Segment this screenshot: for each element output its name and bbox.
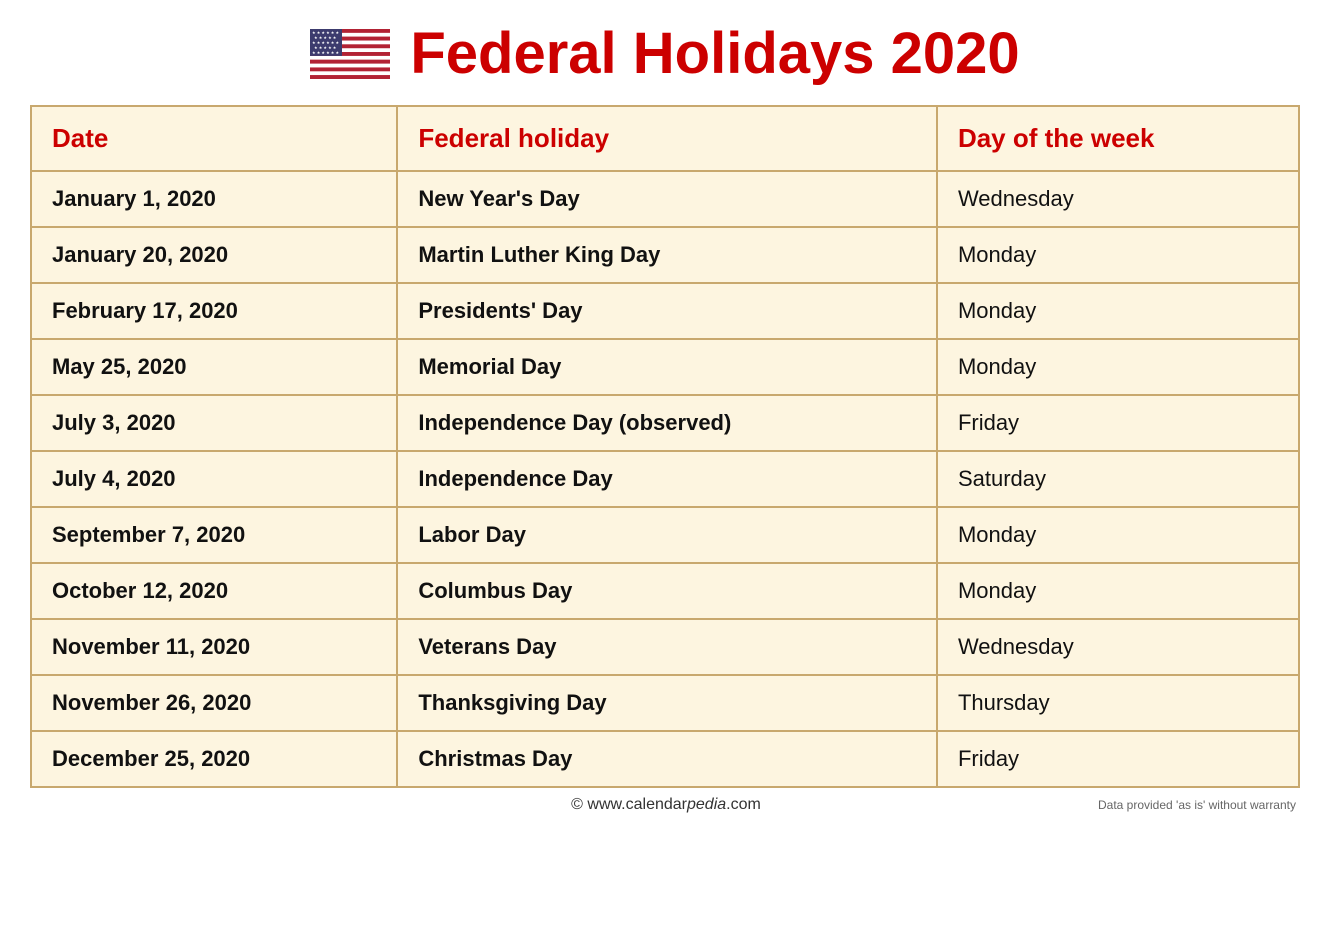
table-row: November 11, 2020Veterans DayWednesday (32, 619, 1298, 675)
cell-date: January 20, 2020 (32, 227, 397, 283)
cell-holiday: Christmas Day (397, 731, 937, 786)
cell-date: January 1, 2020 (32, 171, 397, 227)
cell-day: Monday (937, 227, 1298, 283)
holidays-table-wrapper: Date Federal holiday Day of the week Jan… (30, 105, 1300, 788)
cell-day: Wednesday (937, 619, 1298, 675)
us-flag-icon: ★ ★ ★ ★ ★ ★ ★ ★ ★ ★ ★ ★ ★ ★ ★ ★ ★ ★ ★ ★ … (310, 29, 390, 79)
column-date: Date (32, 107, 397, 171)
cell-date: November 26, 2020 (32, 675, 397, 731)
page-header: ★ ★ ★ ★ ★ ★ ★ ★ ★ ★ ★ ★ ★ ★ ★ ★ ★ ★ ★ ★ … (30, 20, 1300, 87)
page-footer: © www.calendarpedia.com Data provided 'a… (30, 796, 1300, 814)
table-row: February 17, 2020Presidents' DayMonday (32, 283, 1298, 339)
table-row: July 3, 2020Independence Day (observed)F… (32, 395, 1298, 451)
cell-day: Friday (937, 395, 1298, 451)
cell-date: May 25, 2020 (32, 339, 397, 395)
table-row: September 7, 2020Labor DayMonday (32, 507, 1298, 563)
cell-date: July 4, 2020 (32, 451, 397, 507)
footer-copyright: © www.calendarpedia.com (234, 796, 1098, 814)
table-row: January 1, 2020New Year's DayWednesday (32, 171, 1298, 227)
cell-date: November 11, 2020 (32, 619, 397, 675)
holidays-table: Date Federal holiday Day of the week Jan… (32, 107, 1298, 786)
cell-holiday: Veterans Day (397, 619, 937, 675)
table-row: January 20, 2020Martin Luther King DayMo… (32, 227, 1298, 283)
column-holiday: Federal holiday (397, 107, 937, 171)
cell-day: Monday (937, 563, 1298, 619)
cell-date: July 3, 2020 (32, 395, 397, 451)
cell-day: Thursday (937, 675, 1298, 731)
cell-holiday: Columbus Day (397, 563, 937, 619)
page-title: Federal Holidays 2020 (410, 20, 1019, 87)
svg-text:★ ★ ★ ★ ★ ★: ★ ★ ★ ★ ★ ★ (312, 50, 339, 55)
footer-copyright-italic: pedia (687, 796, 726, 813)
cell-holiday: Thanksgiving Day (397, 675, 937, 731)
cell-day: Monday (937, 339, 1298, 395)
cell-holiday: Independence Day (397, 451, 937, 507)
table-row: October 12, 2020Columbus DayMonday (32, 563, 1298, 619)
table-row: November 26, 2020Thanksgiving DayThursda… (32, 675, 1298, 731)
cell-day: Saturday (937, 451, 1298, 507)
table-row: December 25, 2020Christmas DayFriday (32, 731, 1298, 786)
cell-holiday: Presidents' Day (397, 283, 937, 339)
cell-holiday: Independence Day (observed) (397, 395, 937, 451)
column-day: Day of the week (937, 107, 1298, 171)
cell-date: September 7, 2020 (32, 507, 397, 563)
table-row: July 4, 2020Independence DaySaturday (32, 451, 1298, 507)
cell-day: Wednesday (937, 171, 1298, 227)
cell-date: February 17, 2020 (32, 283, 397, 339)
cell-day: Friday (937, 731, 1298, 786)
table-header-row: Date Federal holiday Day of the week (32, 107, 1298, 171)
cell-holiday: Memorial Day (397, 339, 937, 395)
cell-day: Monday (937, 283, 1298, 339)
footer-disclaimer: Data provided 'as is' without warranty (1098, 798, 1296, 812)
cell-holiday: New Year's Day (397, 171, 937, 227)
cell-day: Monday (937, 507, 1298, 563)
table-row: May 25, 2020Memorial DayMonday (32, 339, 1298, 395)
cell-date: October 12, 2020 (32, 563, 397, 619)
cell-holiday: Martin Luther King Day (397, 227, 937, 283)
cell-date: December 25, 2020 (32, 731, 397, 786)
cell-holiday: Labor Day (397, 507, 937, 563)
